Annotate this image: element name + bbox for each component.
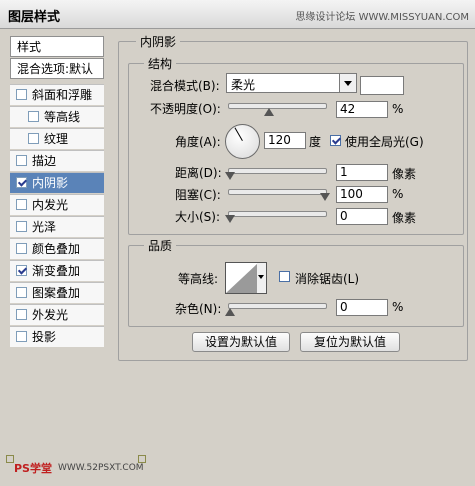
antialias-checkbox[interactable] bbox=[279, 271, 290, 282]
sidebar-item-label: 纹理 bbox=[44, 132, 69, 146]
footer-logo: PS学堂 bbox=[14, 462, 52, 475]
stroke-checkbox[interactable] bbox=[16, 155, 27, 166]
blend-mode-label: 混合模式(B): bbox=[150, 79, 220, 93]
sidebar-item-label: 等高线 bbox=[44, 110, 81, 124]
sidebar-item-color-overlay[interactable]: 颜色叠加 bbox=[10, 238, 104, 259]
angle-input[interactable]: 120 bbox=[264, 132, 306, 149]
sidebar-item-label: 内发光 bbox=[32, 198, 69, 212]
sidebar-item-satin[interactable]: 光泽 bbox=[10, 216, 104, 237]
structure-title: 结构 bbox=[144, 55, 177, 72]
sidebar-item-label: 颜色叠加 bbox=[32, 242, 81, 256]
sidebar-item-bevel-emboss[interactable]: 斜面和浮雕 bbox=[10, 84, 104, 105]
angle-dial[interactable] bbox=[225, 124, 260, 159]
sidebar-item-texture[interactable]: 纹理 bbox=[10, 128, 104, 149]
distance-unit: 像素 bbox=[392, 167, 417, 181]
reset-default-button[interactable]: 复位为默认值 bbox=[300, 332, 400, 352]
contour-picker[interactable] bbox=[225, 262, 259, 294]
contour-label: 等高线: bbox=[178, 272, 219, 286]
corner-mark bbox=[138, 455, 146, 463]
sidebar-item-contour[interactable]: 等高线 bbox=[10, 106, 104, 127]
choke-unit: % bbox=[392, 187, 404, 201]
contour-curve-icon bbox=[226, 263, 258, 293]
sidebar-item-label: 投影 bbox=[32, 330, 57, 344]
opacity-input[interactable]: 42 bbox=[336, 101, 388, 118]
choke-slider[interactable] bbox=[228, 189, 327, 195]
sidebar-item-inner-shadow[interactable]: 内阴影 bbox=[10, 172, 104, 193]
opacity-unit: % bbox=[392, 102, 404, 116]
angle-label: 角度(A): bbox=[175, 135, 221, 149]
size-slider[interactable] bbox=[228, 211, 327, 217]
choke-slider-thumb[interactable] bbox=[320, 193, 330, 201]
choke-input[interactable]: 100 bbox=[336, 186, 388, 203]
opacity-slider[interactable] bbox=[228, 103, 327, 109]
angle-needle bbox=[234, 127, 243, 141]
satin-checkbox[interactable] bbox=[16, 221, 27, 232]
bevel-emboss-checkbox[interactable] bbox=[16, 89, 27, 100]
footer-url: WWW.52PSXT.COM bbox=[58, 463, 144, 473]
noise-label: 杂色(N): bbox=[175, 302, 222, 316]
shadow-color-swatch[interactable] bbox=[360, 76, 404, 95]
size-unit: 像素 bbox=[392, 211, 417, 225]
watermark: 思缘设计论坛 WWW.MISSYUAN.COM bbox=[295, 12, 469, 23]
sidebar-item-label: 外发光 bbox=[32, 308, 69, 322]
size-slider-thumb[interactable] bbox=[225, 215, 235, 223]
color-overlay-checkbox[interactable] bbox=[16, 243, 27, 254]
noise-unit: % bbox=[392, 300, 404, 314]
sidebar-item-inner-glow[interactable]: 内发光 bbox=[10, 194, 104, 215]
inner-shadow-checkbox[interactable] bbox=[16, 177, 27, 188]
contour-checkbox[interactable] bbox=[28, 111, 39, 122]
sidebar-item-stroke[interactable]: 描边 bbox=[10, 150, 104, 171]
distance-slider[interactable] bbox=[228, 168, 327, 174]
blend-options-item[interactable]: 混合选项:默认 bbox=[10, 58, 104, 79]
noise-input[interactable]: 0 bbox=[336, 299, 388, 316]
distance-label: 距离(D): bbox=[175, 166, 222, 180]
sidebar-item-outer-glow[interactable]: 外发光 bbox=[10, 304, 104, 325]
sidebar-item-drop-shadow[interactable]: 投影 bbox=[10, 326, 104, 347]
opacity-label: 不透明度(O): bbox=[150, 102, 221, 116]
size-input[interactable]: 0 bbox=[336, 208, 388, 225]
noise-slider[interactable] bbox=[228, 303, 327, 309]
distance-input[interactable]: 1 bbox=[336, 164, 388, 181]
chevron-down-icon[interactable] bbox=[339, 74, 356, 92]
sidebar-item-label: 图案叠加 bbox=[32, 286, 81, 300]
distance-slider-thumb[interactable] bbox=[225, 172, 235, 180]
antialias-label: 消除锯齿(L) bbox=[295, 272, 360, 286]
sidebar-item-label: 内阴影 bbox=[32, 176, 69, 190]
set-default-button[interactable]: 设置为默认值 bbox=[192, 332, 290, 352]
blend-mode-select[interactable]: 柔光 bbox=[226, 73, 357, 93]
opacity-slider-thumb[interactable] bbox=[264, 108, 274, 116]
angle-unit: 度 bbox=[309, 135, 322, 149]
choke-label: 阻塞(C): bbox=[175, 188, 221, 202]
texture-checkbox[interactable] bbox=[28, 133, 39, 144]
corner-mark bbox=[6, 455, 14, 463]
contour-dropdown-arrow[interactable] bbox=[257, 262, 267, 294]
styles-header[interactable]: 样式 bbox=[10, 36, 104, 57]
sidebar-item-label: 渐变叠加 bbox=[32, 264, 81, 278]
inner-glow-checkbox[interactable] bbox=[16, 199, 27, 210]
outer-glow-checkbox[interactable] bbox=[16, 309, 27, 320]
sidebar-item-label: 描边 bbox=[32, 154, 57, 168]
pattern-overlay-checkbox[interactable] bbox=[16, 287, 27, 298]
drop-shadow-checkbox[interactable] bbox=[16, 331, 27, 342]
sidebar-item-label: 光泽 bbox=[32, 220, 57, 234]
inner-shadow-title: 内阴影 bbox=[136, 33, 181, 50]
size-label: 大小(S): bbox=[175, 210, 221, 224]
blend-mode-value: 柔光 bbox=[231, 78, 256, 92]
noise-slider-thumb[interactable] bbox=[225, 308, 235, 316]
sidebar-item-label: 斜面和浮雕 bbox=[32, 88, 93, 102]
quality-title: 品质 bbox=[144, 237, 177, 254]
global-light-checkbox[interactable] bbox=[330, 135, 341, 146]
title-bar: 图层样式 思缘设计论坛 WWW.MISSYUAN.COM bbox=[0, 0, 475, 29]
sidebar-item-pattern-overlay[interactable]: 图案叠加 bbox=[10, 282, 104, 303]
sidebar-item-gradient-overlay[interactable]: 渐变叠加 bbox=[10, 260, 104, 281]
gradient-overlay-checkbox[interactable] bbox=[16, 265, 27, 276]
window-title: 图层样式 bbox=[8, 10, 61, 25]
global-light-label: 使用全局光(G) bbox=[345, 135, 424, 149]
